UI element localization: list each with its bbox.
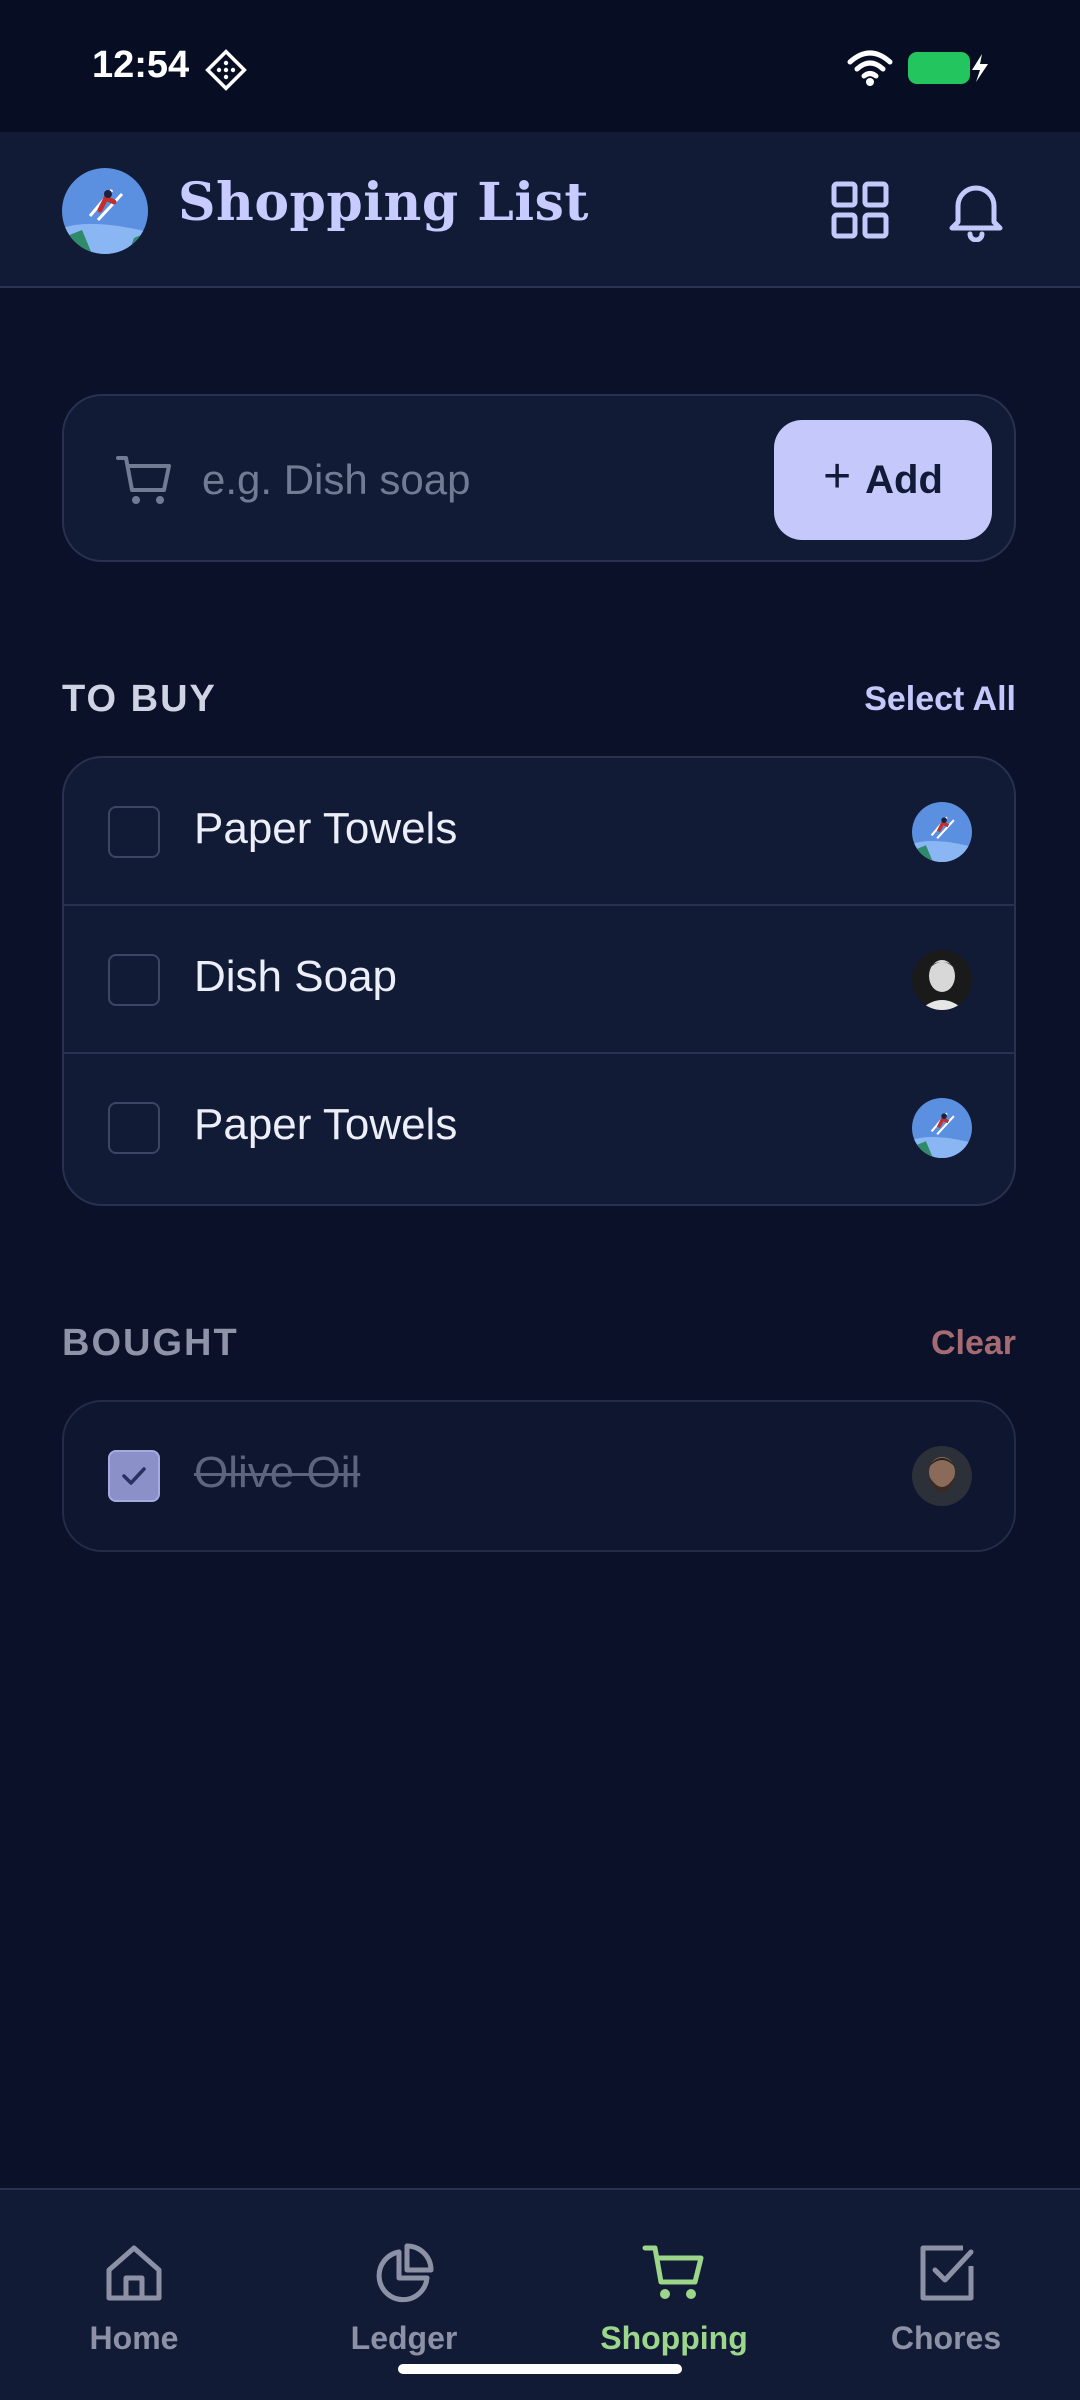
nav-label: Ledger [350, 2320, 458, 2356]
bought-heading: BOUGHT [62, 1322, 239, 1364]
clear-button[interactable]: Clear [931, 1324, 1016, 1363]
item-checkbox[interactable] [108, 1450, 160, 1502]
ski-jumper-avatar[interactable] [62, 168, 148, 254]
pie-chart-icon [371, 2240, 437, 2306]
item-input[interactable] [202, 438, 802, 522]
ski-jumper-avatar [912, 802, 972, 862]
check-icon [122, 1467, 146, 1485]
status-bar: 12:54 [0, 0, 1080, 132]
app-header: Shopping List [0, 132, 1080, 288]
item-label: Dish Soap [194, 952, 398, 1001]
to-buy-list: Paper Towels Dish Soap Paper Towels [62, 756, 1016, 1206]
list-item[interactable]: Paper Towels [64, 1054, 1014, 1202]
item-checkbox[interactable] [108, 1102, 160, 1154]
add-item-bar: + Add [62, 394, 1016, 562]
item-checkbox[interactable] [108, 806, 160, 858]
checkbox-icon [913, 2240, 979, 2306]
wifi-icon [846, 48, 894, 88]
nav-chores[interactable]: Chores [846, 2240, 1046, 2370]
diamond-dots-icon [204, 48, 248, 92]
nav-label: Chores [890, 2320, 1002, 2356]
home-icon [101, 2240, 167, 2306]
nav-label: Home [89, 2320, 179, 2356]
bell-icon[interactable] [938, 172, 1014, 248]
cart-icon [641, 2240, 707, 2306]
cart-icon [114, 450, 174, 510]
man-portrait-avatar [912, 950, 972, 1010]
nav-label: Shopping [600, 2320, 748, 2356]
ski-jumper-avatar [912, 1098, 972, 1158]
home-indicator [398, 2364, 682, 2374]
nav-home[interactable]: Home [34, 2240, 234, 2370]
bearded-man-avatar [912, 1446, 972, 1506]
add-button-label: Add [865, 457, 943, 502]
battery-charging-icon [906, 50, 990, 86]
status-time: 12:54 [92, 44, 190, 86]
select-all-button[interactable]: Select All [864, 680, 1016, 719]
nav-ledger[interactable]: Ledger [304, 2240, 504, 2370]
grid-icon[interactable] [822, 172, 898, 248]
plus-icon: + [823, 450, 852, 503]
list-item[interactable]: Olive Oil [64, 1402, 1014, 1550]
list-item[interactable]: Paper Towels [64, 758, 1014, 906]
nav-shopping[interactable]: Shopping [574, 2240, 774, 2370]
item-label: Paper Towels [194, 804, 458, 853]
item-label: Olive Oil [194, 1448, 361, 1497]
add-button[interactable]: + Add [774, 420, 992, 540]
page-title: Shopping List [178, 172, 589, 233]
bought-list: Olive Oil [62, 1400, 1016, 1552]
to-buy-heading: TO BUY [62, 678, 217, 720]
list-item[interactable]: Dish Soap [64, 906, 1014, 1054]
item-label: Paper Towels [194, 1100, 458, 1149]
item-checkbox[interactable] [108, 954, 160, 1006]
